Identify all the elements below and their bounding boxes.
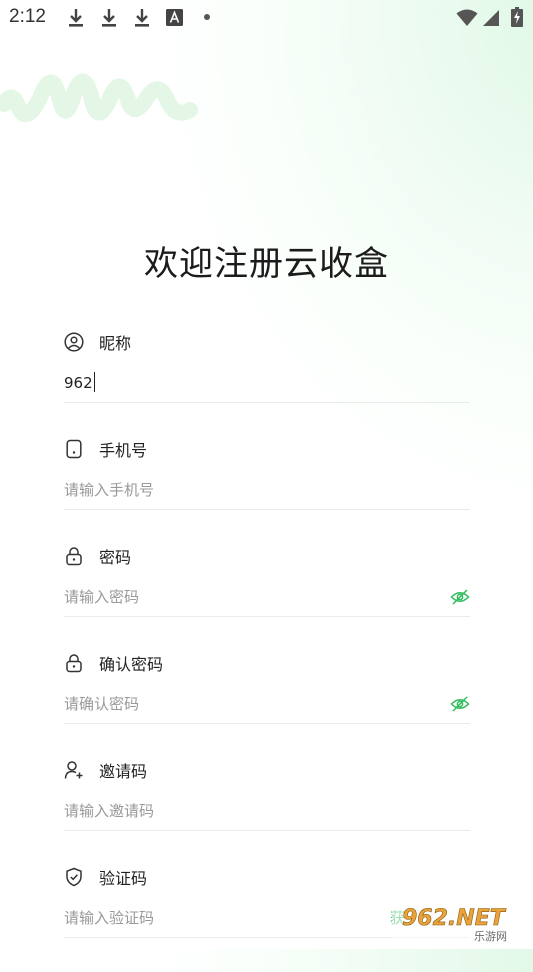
divider: [64, 616, 470, 617]
eye-off-icon[interactable]: [450, 587, 470, 607]
nickname-label-row: 昵称: [64, 330, 131, 354]
invite-code-label-row: 邀请码: [64, 758, 147, 782]
watermark-logo: 962.NET 乐游网: [392, 906, 524, 943]
watermark-logo-sub: 乐游网: [474, 930, 507, 943]
divider: [64, 830, 470, 831]
lock-icon: [66, 547, 82, 566]
wifi-icon: [456, 9, 478, 26]
divider: [64, 509, 470, 510]
invite-code-field: 邀请码 请输入邀请码: [64, 758, 470, 865]
password-label: 密码: [99, 548, 132, 567]
invite-code-input[interactable]: 请输入邀请码: [64, 800, 154, 821]
shield-check-icon: [66, 867, 82, 887]
nickname-label: 昵称: [99, 334, 132, 353]
font-app-icon: [166, 9, 183, 26]
password-input[interactable]: 请输入密码: [64, 586, 139, 607]
lock-icon: [66, 654, 82, 673]
verification-code-label: 验证码: [99, 869, 148, 888]
phone-input[interactable]: 请输入手机号: [64, 479, 154, 500]
user-circle-icon: [64, 332, 84, 352]
nickname-input[interactable]: 962: [64, 372, 96, 392]
divider: [64, 723, 470, 724]
battery-charging-icon: [511, 7, 523, 27]
page-title: 欢迎注册云收盒: [144, 244, 389, 284]
nickname-field: 昵称 962: [64, 330, 470, 437]
nickname-input-value: 962: [64, 374, 93, 392]
confirm-password-field: 确认密码 请确认密码: [64, 651, 470, 758]
text-cursor: [93, 372, 96, 392]
confirm-password-input[interactable]: 请确认密码: [64, 693, 139, 714]
phone-icon: [66, 439, 82, 459]
invite-code-label: 邀请码: [99, 762, 148, 781]
password-field: 密码 请输入密码: [64, 544, 470, 651]
confirm-password-label-row: 确认密码: [64, 651, 163, 675]
status-time: 2:12: [9, 6, 46, 27]
phone-label-row: 手机号: [64, 437, 147, 461]
add-user-icon: [64, 761, 83, 779]
eye-off-icon[interactable]: [450, 694, 470, 714]
decorative-brush-stroke: [0, 73, 198, 123]
phone-field: 手机号 请输入手机号: [64, 437, 470, 544]
download-icon: [135, 9, 149, 27]
status-bar: 2:12: [0, 0, 533, 36]
download-icon: [69, 9, 83, 27]
download-icon: [102, 9, 116, 27]
divider: [64, 402, 470, 403]
phone-label: 手机号: [99, 441, 148, 460]
watermark-logo-text: 962.NET: [402, 906, 507, 931]
verification-code-input[interactable]: 请输入验证码: [64, 907, 154, 928]
cell-signal-icon: [483, 10, 499, 26]
notification-dot-icon: [204, 14, 210, 20]
password-label-row: 密码: [64, 544, 131, 568]
verification-code-label-row: 验证码: [64, 865, 147, 889]
confirm-password-label: 确认密码: [99, 655, 164, 674]
